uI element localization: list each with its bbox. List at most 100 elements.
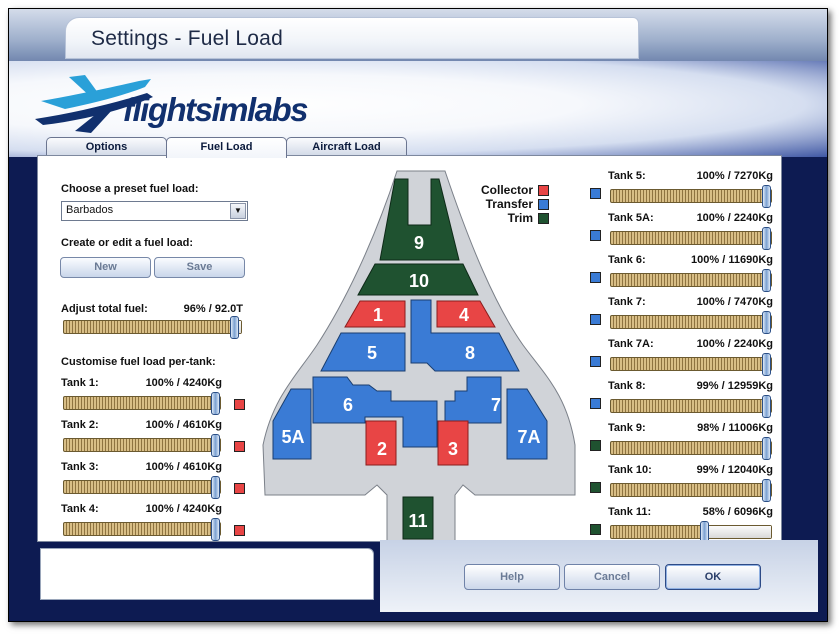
tank-6-slider[interactable] xyxy=(610,227,772,250)
tank-2-type-swatch xyxy=(234,441,245,452)
help-button[interactable]: Help xyxy=(464,564,560,590)
slider-thumb[interactable] xyxy=(762,227,772,250)
tank-6-label: 6 xyxy=(343,395,353,415)
total-fuel-slider[interactable] xyxy=(63,316,242,339)
preset-label: Choose a preset fuel load: xyxy=(61,183,199,195)
tank-13-slider[interactable] xyxy=(610,521,772,544)
brand-logo-text: flightsimlabs xyxy=(123,91,309,128)
tank-1-value: 100% / 4240Kg xyxy=(145,377,222,389)
tank-7a-label: 7A xyxy=(517,427,540,447)
tank-9-slider[interactable] xyxy=(610,353,772,376)
create-label: Create or edit a fuel load: xyxy=(61,237,194,249)
slider-thumb[interactable] xyxy=(762,353,772,376)
tank-1-type-swatch xyxy=(234,399,245,410)
tank-5-label: 5 xyxy=(367,343,377,363)
tank-4-value: 100% / 4240Kg xyxy=(145,503,222,515)
slider-thumb[interactable] xyxy=(211,392,221,415)
tank-10-type-swatch xyxy=(590,398,601,409)
tank-7-value: 100% / 11690Kg xyxy=(691,254,773,266)
tank-12-type-swatch xyxy=(590,482,601,493)
tank-5-value: 100% / 7270Kg xyxy=(696,170,773,182)
tank-2-slider[interactable] xyxy=(63,434,221,457)
tank-2-value: 100% / 4610Kg xyxy=(145,419,222,431)
tank-9-label: Tank 7A: xyxy=(608,338,654,350)
tank-7-label: Tank 6: xyxy=(608,254,646,266)
tank-8-value: 100% / 7470Kg xyxy=(696,296,773,308)
tank-1-slider[interactable] xyxy=(63,392,221,415)
slider-thumb[interactable] xyxy=(762,311,772,334)
tank-13-type-swatch xyxy=(590,524,601,535)
slider-thumb[interactable] xyxy=(211,518,221,541)
tank-5-type-swatch xyxy=(590,188,601,199)
ok-button[interactable]: OK xyxy=(665,564,761,590)
tank-9-label: 9 xyxy=(414,233,424,253)
tank-1-label: Tank 1: xyxy=(61,377,99,389)
tank-6-label: Tank 5A: xyxy=(608,212,654,224)
tank-4-label: Tank 4: xyxy=(61,503,99,515)
legend-trim-swatch xyxy=(538,213,549,224)
adjust-fuel-label: Adjust total fuel: xyxy=(61,303,148,315)
tank-8-slider[interactable] xyxy=(610,311,772,334)
tank-6-value: 100% / 2240Kg xyxy=(696,212,773,224)
tank-6-type-swatch xyxy=(590,230,601,241)
tank-12-value: 99% / 12040Kg xyxy=(696,464,773,476)
slider-thumb[interactable] xyxy=(762,185,772,208)
tab-fuel-load[interactable]: Fuel Load xyxy=(166,137,287,158)
tank-11-label: Tank 9: xyxy=(608,422,646,434)
slider-thumb[interactable] xyxy=(762,395,772,418)
tank-12-slider[interactable] xyxy=(610,479,772,502)
legend-trim-label: Trim xyxy=(507,211,533,225)
tank-1-label: 1 xyxy=(373,305,383,325)
tank-13-label: Tank 11: xyxy=(608,506,652,518)
tank-8-type-swatch xyxy=(590,314,601,325)
customise-label: Customise fuel load per-tank: xyxy=(61,356,216,368)
tank-3-type-swatch xyxy=(234,483,245,494)
save-button[interactable]: Save xyxy=(154,257,245,278)
tab-aircraft-load[interactable]: Aircraft Load xyxy=(286,137,407,157)
tank-7-slider[interactable] xyxy=(610,269,772,292)
tank-3-slider[interactable] xyxy=(63,476,221,499)
tank-4-slider[interactable] xyxy=(63,518,221,541)
cancel-button[interactable]: Cancel xyxy=(564,564,660,590)
tank-4-type-swatch xyxy=(234,525,245,536)
slider-thumb[interactable] xyxy=(762,437,772,460)
tab-options[interactable]: Options xyxy=(46,137,167,157)
legend-collector-swatch xyxy=(538,185,549,196)
tank-10-value: 99% / 12959Kg xyxy=(696,380,773,392)
tank-3-value: 100% / 4610Kg xyxy=(145,461,222,473)
tank-11-value: 98% / 11006Kg xyxy=(697,422,773,434)
preset-select[interactable]: Barbados ▼ xyxy=(61,201,248,221)
tank-13-value: 58% / 6096Kg xyxy=(702,506,773,518)
slider-thumb[interactable] xyxy=(211,476,221,499)
adjust-fuel-value: 96% / 92.0T xyxy=(183,303,243,315)
tank-2-label: 2 xyxy=(377,439,387,459)
tank-3-label: 3 xyxy=(448,439,458,459)
window-title: Settings - Fuel Load xyxy=(91,27,283,50)
new-button[interactable]: New xyxy=(60,257,151,278)
tank-11-slider[interactable] xyxy=(610,437,772,460)
legend-collector-label: Collector xyxy=(480,183,533,197)
legend-transfer-label: Transfer xyxy=(485,197,533,211)
tank-3-label: Tank 3: xyxy=(61,461,99,473)
legend-transfer-swatch xyxy=(538,199,549,210)
tank-11-label: 11 xyxy=(408,511,427,531)
slider-thumb[interactable] xyxy=(762,269,772,292)
tank-8-label: Tank 7: xyxy=(608,296,646,308)
tank-10-slider[interactable] xyxy=(610,395,772,418)
tank-9-value: 100% / 2240Kg xyxy=(696,338,773,350)
tank-7-label: 7 xyxy=(491,395,501,415)
slider-thumb[interactable] xyxy=(211,434,221,457)
tank-5-slider[interactable] xyxy=(610,185,772,208)
chevron-down-icon[interactable]: ▼ xyxy=(230,203,246,219)
slider-empty xyxy=(703,526,771,538)
tank-7-type-swatch xyxy=(590,272,601,283)
tank-4-label: 4 xyxy=(459,305,469,325)
tank-5a-label: 5A xyxy=(281,427,304,447)
slider-thumb[interactable] xyxy=(762,479,772,502)
tank-2-label: Tank 2: xyxy=(61,419,99,431)
tank-10-label: Tank 8: xyxy=(608,380,646,392)
tank-12-label: Tank 10: xyxy=(608,464,652,476)
tank-8-label: 8 xyxy=(465,343,475,363)
tank-10-label: 10 xyxy=(409,271,429,291)
slider-thumb[interactable] xyxy=(229,316,239,339)
